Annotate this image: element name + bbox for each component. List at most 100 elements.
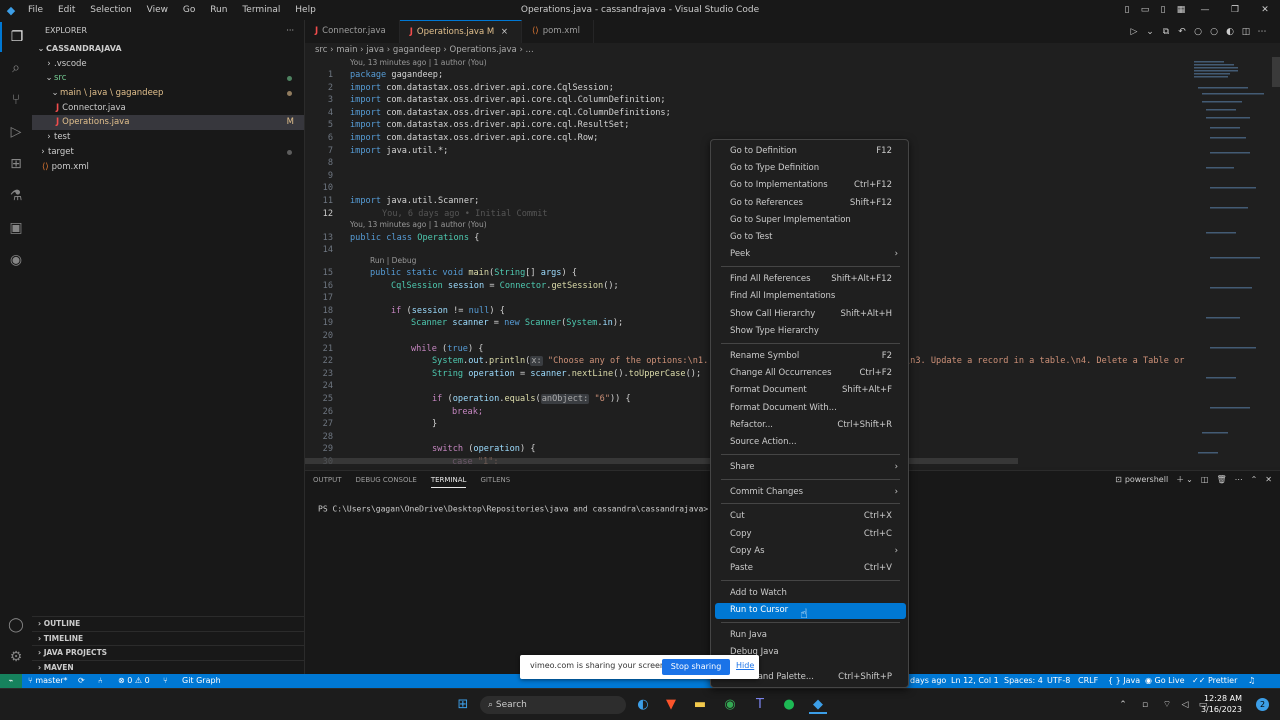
terminal-shell-name[interactable]: powershell xyxy=(1125,475,1168,484)
new-terminal-icon[interactable]: ＋ xyxy=(1176,474,1184,485)
terminal-output[interactable]: PS C:\Users\gagan\OneDrive\Desktop\Repos… xyxy=(318,504,722,514)
status-git-graph[interactable]: Git Graph xyxy=(182,674,221,688)
remote-indicator-icon[interactable]: ⌁ xyxy=(0,674,22,688)
wifi-icon[interactable]: ⌔ xyxy=(1160,696,1174,714)
notification-badge[interactable]: 2 xyxy=(1256,698,1269,711)
menu-item-show-call-hierarchy[interactable]: Show Call Hierarchy Shift+Alt+H xyxy=(715,307,906,323)
more-actions-icon[interactable]: ⋯ xyxy=(1235,475,1243,484)
panel-tab-debug-console[interactable]: DEBUG CONSOLE xyxy=(356,473,417,487)
menu-edit[interactable]: Edit xyxy=(52,5,81,15)
tray-app-icon[interactable]: ▫ xyxy=(1138,696,1152,714)
tab-pom-xml[interactable]: ⟨⟩ pom.xml xyxy=(522,20,594,43)
menu-terminal[interactable]: Terminal xyxy=(236,5,286,15)
menu-item-copy-as[interactable]: Copy As › xyxy=(715,544,906,560)
tree-item-target[interactable]: › target xyxy=(32,145,304,160)
source-control-icon[interactable]: ⑂ xyxy=(0,85,32,115)
menu-item-go-to-super-implementation[interactable]: Go to Super Implementation xyxy=(715,213,906,229)
tree-item-main-java-gagandeep[interactable]: ⌄main \ java \ gagandeep xyxy=(32,86,304,101)
account-icon[interactable]: ◯ xyxy=(0,610,32,640)
status-indentation[interactable]: Spaces: 4 xyxy=(1004,674,1043,688)
menu-item-run-java[interactable]: Run Java xyxy=(715,628,906,644)
workspace-root[interactable]: ⌄ CASSANDRAJAVA xyxy=(32,42,304,57)
menu-item-paste[interactable]: Paste Ctrl+V xyxy=(715,561,906,577)
panel-tab-terminal[interactable]: TERMINAL xyxy=(430,473,467,488)
menu-item-go-to-test[interactable]: Go to Test xyxy=(715,230,906,246)
close-tab-icon[interactable]: × xyxy=(501,27,508,37)
edge-icon[interactable]: ◐ xyxy=(634,696,652,714)
menu-selection[interactable]: Selection xyxy=(84,5,137,15)
close-window-icon[interactable]: ✕ xyxy=(1250,5,1280,15)
breadcrumb[interactable]: src › main › java › gagandeep › Operatio… xyxy=(305,43,1280,57)
maximize-panel-icon[interactable]: ⌃ xyxy=(1251,475,1258,484)
chevron-down-icon[interactable]: ⌄ xyxy=(1142,27,1158,37)
status-blame[interactable]: days ago xyxy=(910,674,946,688)
menu-item-format-document[interactable]: Format Document Shift+Alt+F xyxy=(715,383,906,399)
menu-go[interactable]: Go xyxy=(177,5,201,15)
remote-explorer-icon[interactable]: ▣ xyxy=(0,213,32,243)
tree-item-connector-java[interactable]: J Connector.java xyxy=(32,101,304,116)
menu-item-refactor[interactable]: Refactor... Ctrl+Shift+R xyxy=(715,418,906,434)
menu-item-find-all-references[interactable]: Find All References Shift+Alt+F12 xyxy=(715,272,906,288)
more-actions-icon[interactable]: ··· xyxy=(286,20,294,42)
extensions-icon[interactable]: ⊞ xyxy=(0,149,32,179)
tree-item-test[interactable]: › test xyxy=(32,130,304,145)
status-prettier[interactable]: ✓✓ Prettier xyxy=(1192,674,1237,688)
status-cursor-position[interactable]: Ln 12, Col 1 xyxy=(951,674,999,688)
file-explorer-icon[interactable]: ▬ xyxy=(691,696,709,714)
menu-help[interactable]: Help xyxy=(289,5,322,15)
menu-item-rename-symbol[interactable]: Rename Symbol F2 xyxy=(715,349,906,365)
status-encoding[interactable]: UTF-8 xyxy=(1047,674,1070,688)
status-branch[interactable]: ⑂ master* xyxy=(28,674,68,688)
chevron-down-icon[interactable]: ⌄ xyxy=(1186,475,1193,484)
codelens-author[interactable]: You, 13 minutes ago | 1 author (You) xyxy=(350,220,487,229)
testing-icon[interactable]: ⚗ xyxy=(0,181,32,211)
menu-item-add-to-watch[interactable]: Add to Watch xyxy=(715,586,906,602)
windows-start-icon[interactable]: ⊞ xyxy=(454,696,472,714)
tree-item-operations-java[interactable]: J Operations.java M xyxy=(32,115,304,131)
minimap[interactable] xyxy=(1190,57,1280,467)
tree-item-vscode[interactable]: › .vscode xyxy=(32,57,304,72)
section-java-projects[interactable]: › JAVA PROJECTS xyxy=(32,645,305,660)
spotify-icon[interactable]: ● xyxy=(780,696,798,714)
codelens-author[interactable]: You, 13 minutes ago | 1 author (You) xyxy=(350,58,487,67)
stop-sharing-button[interactable]: Stop sharing xyxy=(662,659,730,675)
manage-gear-icon[interactable]: ⚙ xyxy=(0,642,32,672)
status-language[interactable]: { } Java xyxy=(1108,674,1140,688)
menu-item-go-to-definition[interactable]: Go to Definition F12 xyxy=(715,144,906,160)
menu-item-find-all-implementations[interactable]: Find All Implementations xyxy=(715,289,906,305)
codelens-run-debug[interactable]: Run | Debug xyxy=(370,256,416,265)
status-go-live[interactable]: ◉ Go Live xyxy=(1145,674,1185,688)
sync-icon[interactable]: ⟳ xyxy=(78,674,85,688)
menu-item-go-to-implementations[interactable]: Go to Implementations Ctrl+F12 xyxy=(715,178,906,194)
minimize-icon[interactable]: — xyxy=(1190,5,1220,15)
vscode-taskbar-icon[interactable]: ◆ xyxy=(809,696,827,714)
kill-terminal-icon[interactable]: 🗑 xyxy=(1216,475,1226,484)
close-panel-icon[interactable]: ✕ xyxy=(1265,475,1272,484)
previous-change-icon[interactable]: ○ xyxy=(1190,27,1206,37)
status-eol[interactable]: CRLF xyxy=(1078,674,1098,688)
menu-item-cut[interactable]: Cut Ctrl+X xyxy=(715,509,906,525)
next-change-icon[interactable]: ○ xyxy=(1206,27,1222,37)
menu-view[interactable]: View xyxy=(141,5,174,15)
more-actions-icon[interactable]: ⋯ xyxy=(1254,27,1270,37)
open-changes-icon[interactable]: ◐ xyxy=(1222,27,1238,37)
menu-item-source-action[interactable]: Source Action... xyxy=(715,435,906,451)
notifications-bell-icon[interactable]: ♫ xyxy=(1248,674,1255,688)
taskbar-search[interactable]: ⌕ Search xyxy=(480,696,626,714)
customize-layout-icon[interactable]: ▦ xyxy=(1172,5,1190,15)
toggle-secondary-sidebar-icon[interactable]: ▯ xyxy=(1154,5,1172,15)
menu-item-share[interactable]: Share › xyxy=(715,460,906,476)
volume-icon[interactable]: ◁ xyxy=(1178,696,1192,714)
toggle-panel-icon[interactable]: ▭ xyxy=(1136,5,1154,15)
section-outline[interactable]: › OUTLINE xyxy=(32,616,305,631)
gitlens-icon[interactable]: ◉ xyxy=(0,245,32,275)
section-timeline[interactable]: › TIMELINE xyxy=(32,630,305,646)
panel-tab-gitlens[interactable]: GITLENS xyxy=(480,473,510,487)
taskbar-clock[interactable]: 12:28 AM 3/16/2023 xyxy=(1201,693,1242,715)
menu-item-go-to-type-definition[interactable]: Go to Type Definition xyxy=(715,161,906,177)
menu-item-format-document-with[interactable]: Format Document With... xyxy=(715,401,906,417)
tray-overflow-icon[interactable]: ⌃ xyxy=(1116,696,1130,714)
tab-operations-java[interactable]: J Operations.java M × xyxy=(399,20,523,43)
explorer-icon[interactable]: ❐ xyxy=(0,22,32,52)
tab-connector-java[interactable]: J Connector.java xyxy=(305,20,400,43)
